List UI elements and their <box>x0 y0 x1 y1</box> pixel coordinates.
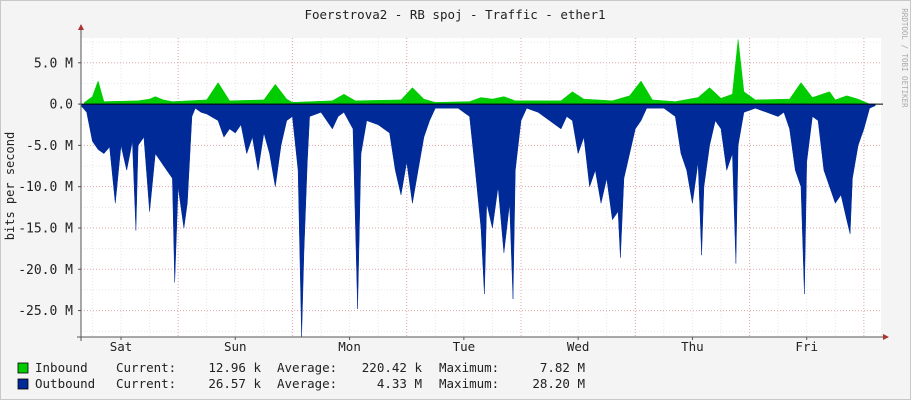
chart-title: Foerstrova2 - RB spoj - Traffic - ether1 <box>304 7 605 22</box>
rrdtool-watermark: RRDTOOL / TOBI OETIKER <box>900 8 909 108</box>
legend-average-value: 4.33 M <box>377 376 422 391</box>
legend-average-label: Average: <box>277 376 337 391</box>
legend-average-label: Average: <box>277 360 337 375</box>
legend-maximum-value: 7.82 M <box>540 360 585 375</box>
y-tick-label: -20.0 M <box>18 263 73 278</box>
x-tick-label: Tue <box>453 339 476 354</box>
x-tick-label: Fri <box>795 339 818 354</box>
legend-current-value: 26.57 k <box>208 376 261 391</box>
legend-current-label: Current: <box>116 360 176 375</box>
legend-series-name: Inbound <box>35 360 88 375</box>
x-tick-label: Mon <box>338 339 361 354</box>
y-tick-label: 5.0 M <box>34 56 73 71</box>
legend-swatch-outbound <box>17 378 29 390</box>
x-tick-label: Wed <box>567 339 590 354</box>
legend-maximum-value: 28.20 M <box>532 376 585 391</box>
x-tick-label: Sat <box>110 339 133 354</box>
x-tick-label: Thu <box>681 339 704 354</box>
y-tick-label: 0.0 <box>50 98 73 113</box>
y-tick-label: -15.0 M <box>18 221 73 236</box>
legend-maximum-label: Maximum: <box>439 360 499 375</box>
legend-current-value: 12.96 k <box>208 360 261 375</box>
legend-current-label: Current: <box>116 376 176 391</box>
y-tick-label: -25.0 M <box>18 304 73 319</box>
y-tick-label: -10.0 M <box>18 180 73 195</box>
traffic-chart: Foerstrova2 - RB spoj - Traffic - ether1… <box>0 0 911 400</box>
y-axis-label: bits per second <box>3 132 17 240</box>
x-tick-label: Sun <box>224 339 247 354</box>
legend-maximum-label: Maximum: <box>439 376 499 391</box>
legend-swatch-inbound <box>17 362 29 374</box>
legend-series-name: Outbound <box>35 376 95 391</box>
graph-frame: Foerstrova2 - RB spoj - Traffic - ether1… <box>0 0 911 400</box>
y-tick-label: -5.0 M <box>26 139 73 154</box>
legend-average-value: 220.42 k <box>362 360 423 375</box>
